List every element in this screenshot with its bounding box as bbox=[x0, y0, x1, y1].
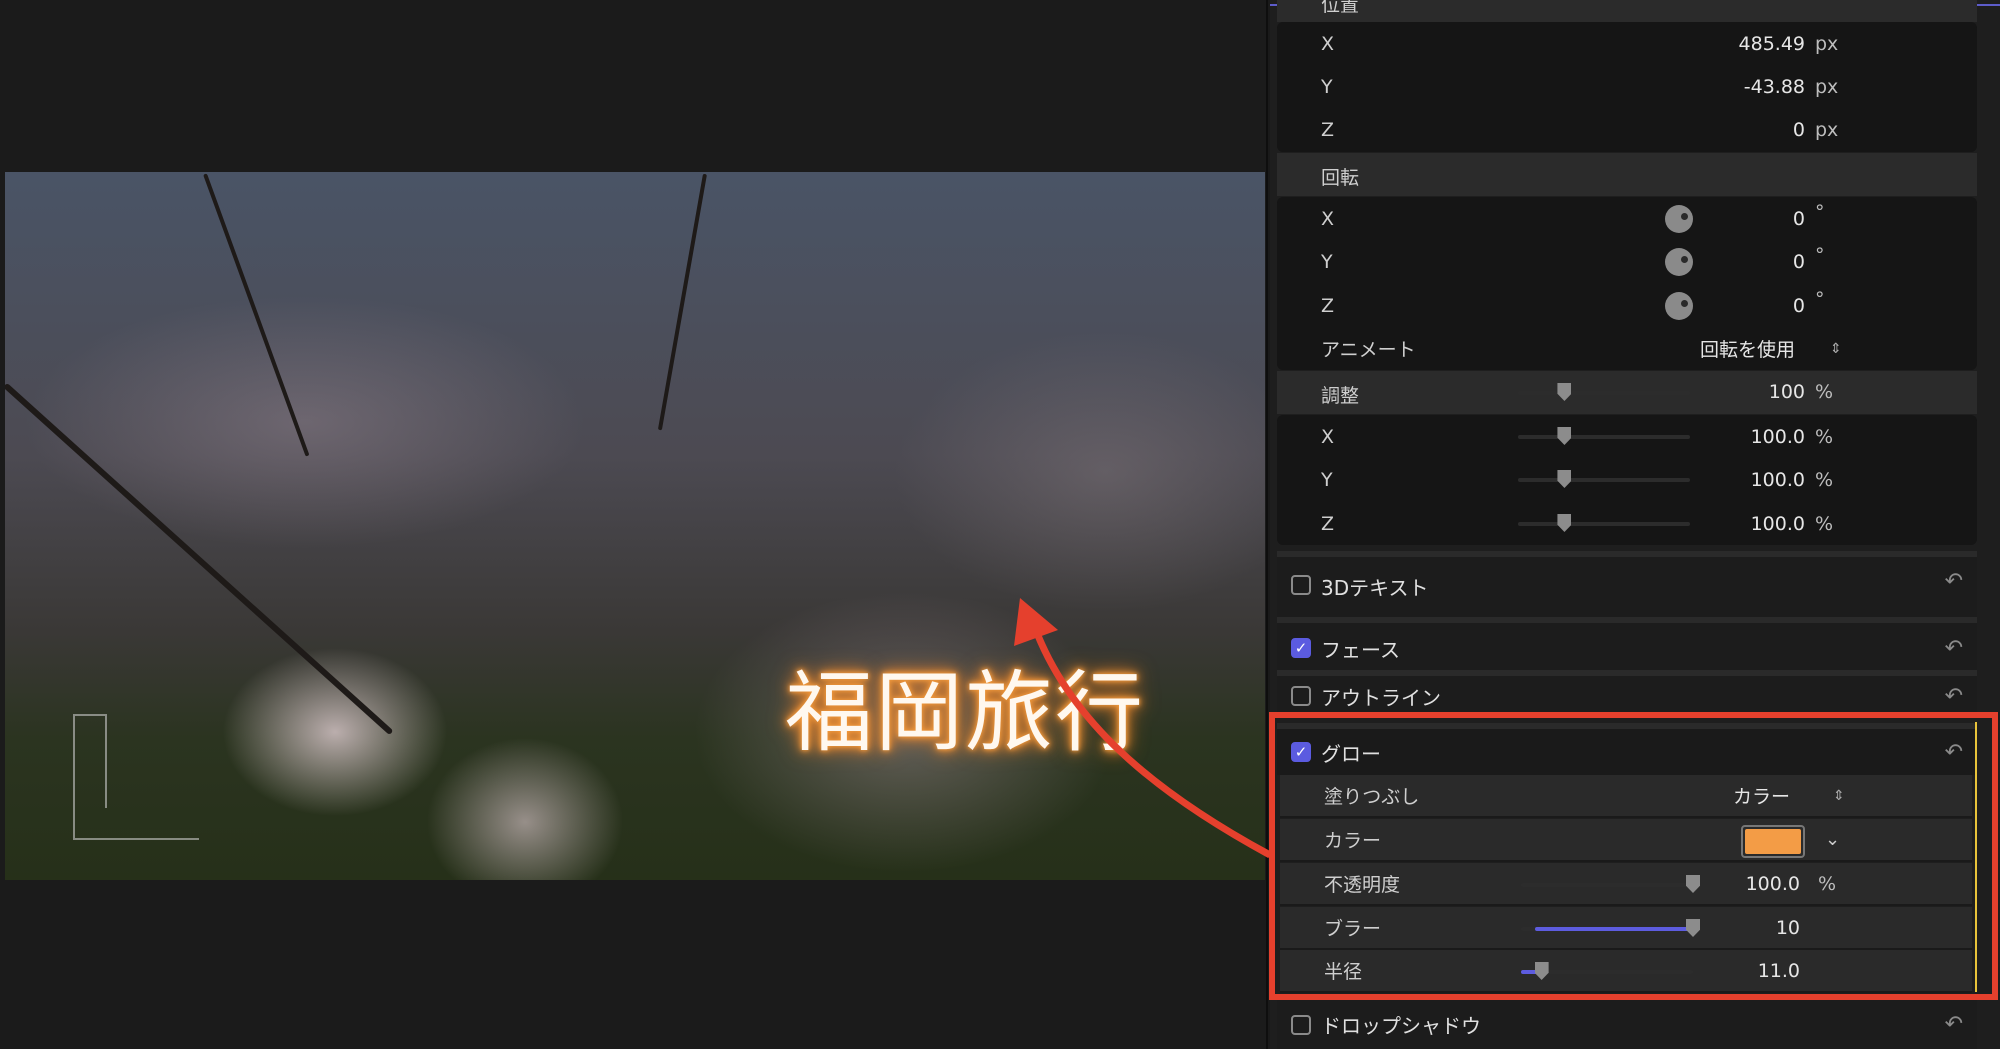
annotation-arrow bbox=[1014, 598, 1272, 859]
